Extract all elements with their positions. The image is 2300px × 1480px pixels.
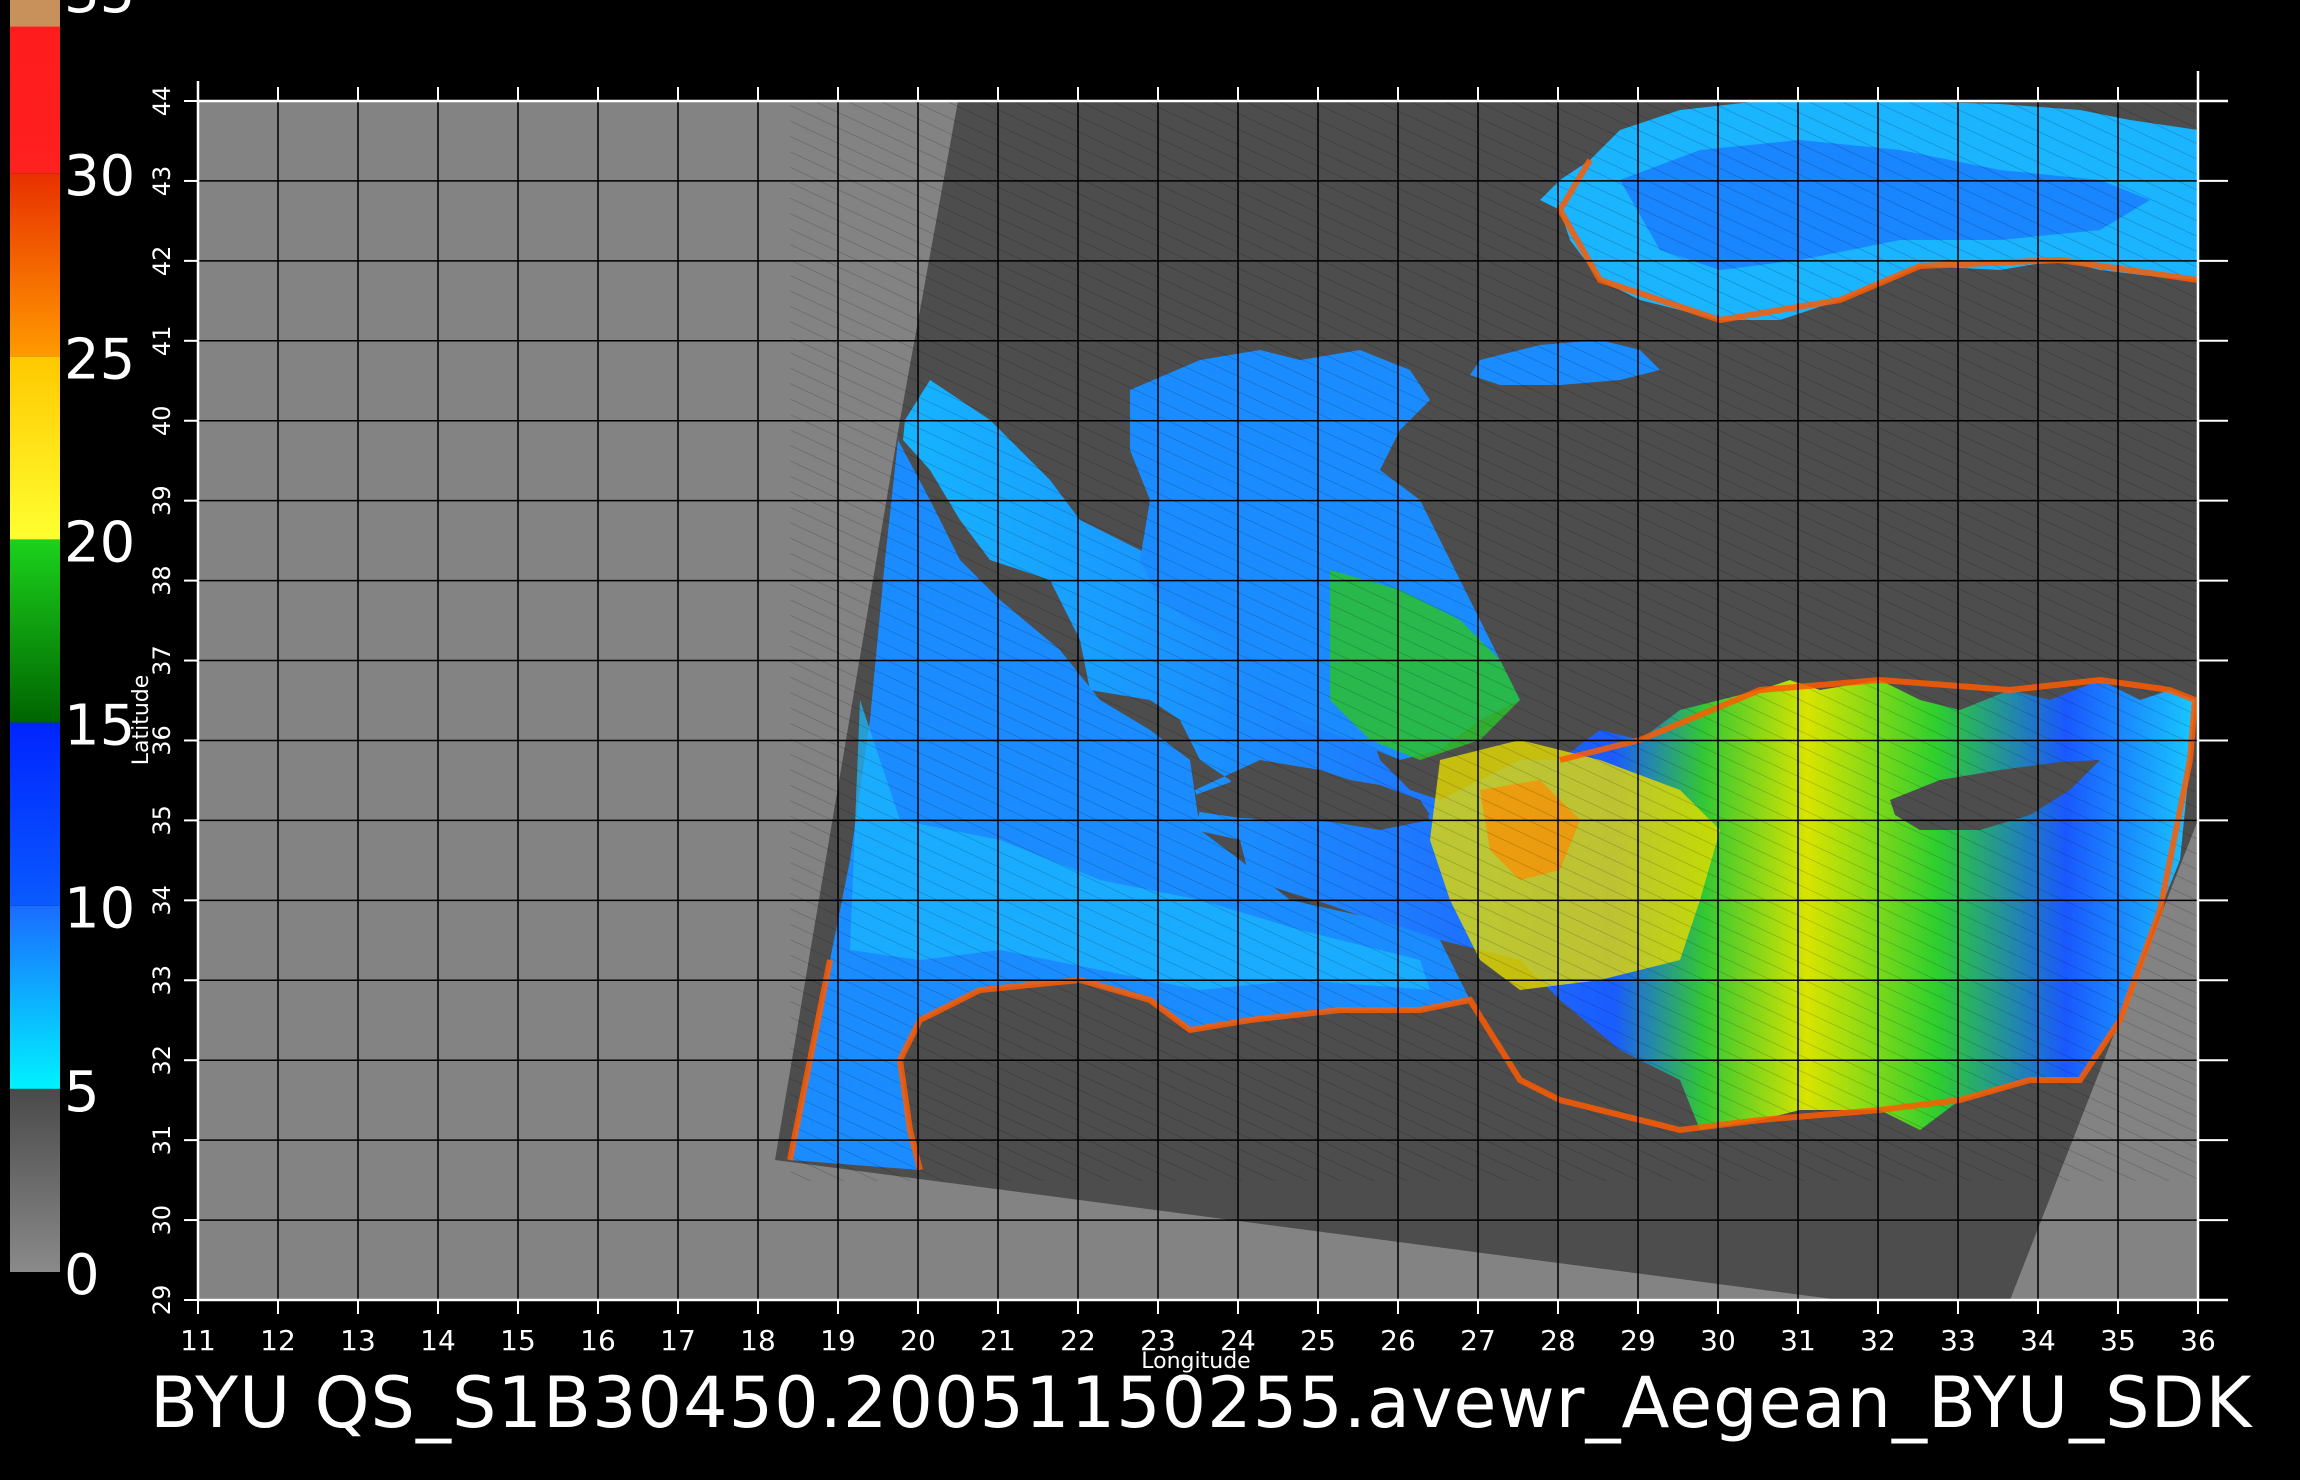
colorbar-label: 20 (64, 510, 135, 575)
x-tick-label: 27 (1460, 1324, 1496, 1357)
x-tick-label: 20 (900, 1324, 936, 1357)
colorbar-label: 10 (64, 877, 135, 942)
x-tick-label: 22 (1060, 1324, 1096, 1357)
y-tick-label: 35 (148, 805, 176, 836)
colorbar-segment (10, 905, 60, 1089)
y-tick-label: 37 (148, 645, 176, 676)
colorbar-label: 25 (64, 327, 135, 392)
y-tick-label: 44 (148, 86, 176, 117)
x-tick-label: 17 (660, 1324, 696, 1357)
x-tick-label: 34 (2020, 1324, 2056, 1357)
figure-caption: BYU QS_S1B30450.20051150255.avewr_Aegean… (150, 1362, 2253, 1444)
x-tick-label: 18 (740, 1324, 776, 1357)
y-axis-title: Latitude (129, 675, 154, 766)
x-tick-label: 11 (180, 1324, 216, 1357)
colorbar-top-segment (10, 0, 60, 27)
x-tick-label: 31 (1780, 1324, 1816, 1357)
colorbar-segment (10, 173, 60, 357)
colorbar-segment (10, 356, 60, 540)
y-tick-label: 29 (148, 1285, 176, 1316)
colorbar-segment (10, 1088, 60, 1272)
x-tick-label: 35 (2100, 1324, 2136, 1357)
x-tick-label: 32 (1860, 1324, 1896, 1357)
x-tick-label: 36 (2180, 1324, 2216, 1357)
wind-speed-colorbar: 0 5 10 15 20 25 30 35 (10, 0, 135, 1308)
x-tick-label: 13 (340, 1324, 376, 1357)
y-tick-label: 40 (148, 405, 176, 436)
y-tick-label: 39 (148, 485, 176, 516)
x-tick-label: 29 (1620, 1324, 1656, 1357)
colorbar-label: 15 (64, 694, 135, 759)
x-tick-label: 14 (420, 1324, 456, 1357)
colorbar-label: 5 (64, 1060, 100, 1125)
y-tick-label: 43 (148, 166, 176, 197)
y-tick-label: 38 (148, 565, 176, 596)
y-tick-label: 41 (148, 326, 176, 357)
x-tick-label: 19 (820, 1324, 856, 1357)
x-tick-label: 25 (1300, 1324, 1336, 1357)
y-tick-label: 33 (148, 965, 176, 996)
x-tick-label: 16 (580, 1324, 616, 1357)
y-tick-label: 34 (148, 885, 176, 916)
y-tick-label: 32 (148, 1045, 176, 1076)
x-tick-label: 28 (1540, 1324, 1576, 1357)
colorbar-label: 35 (64, 0, 135, 26)
colorbar-segment (10, 539, 60, 723)
y-tick-label: 42 (148, 246, 176, 277)
x-tick-label: 15 (500, 1324, 536, 1357)
x-tick-label: 12 (260, 1324, 296, 1357)
x-tick-label: 30 (1700, 1324, 1736, 1357)
colorbar-segment (10, 722, 60, 906)
y-tick-label: 31 (148, 1125, 176, 1156)
x-tick-label: 21 (980, 1324, 1016, 1357)
colorbar-label: 0 (64, 1243, 100, 1308)
x-tick-label: 26 (1380, 1324, 1416, 1357)
y-tick-label: 30 (148, 1205, 176, 1236)
x-tick-label: 33 (1940, 1324, 1976, 1357)
colorbar-label: 30 (64, 144, 135, 209)
wind-map-figure: 11 12 13 14 15 16 17 18 19 20 21 22 23 24 25 26 27 28 29 30… (10, 0, 2228, 1374)
